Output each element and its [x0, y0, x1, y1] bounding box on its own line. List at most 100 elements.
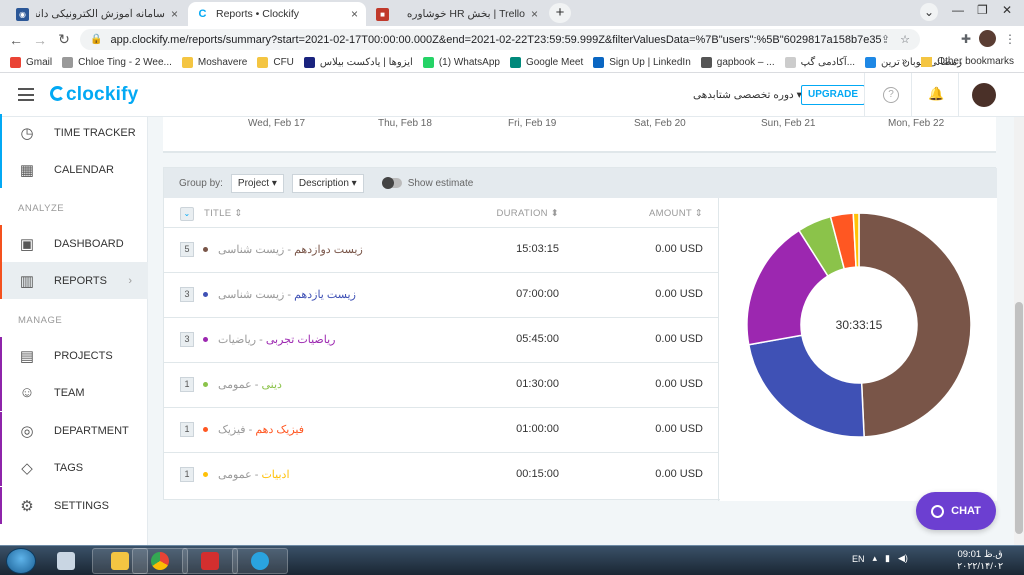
client-name: - عمومی	[218, 379, 259, 391]
tab-title: Trello | بخش HR خوشاوره	[406, 8, 525, 20]
page-scrollbar[interactable]	[1014, 117, 1024, 545]
entry-count-badge[interactable]: 1	[180, 422, 194, 437]
sidebar-item-calendar[interactable]: ▦ CALENDAR	[0, 151, 148, 188]
chat-button[interactable]: CHAT	[916, 492, 996, 530]
entry-count-badge[interactable]: 1	[180, 467, 194, 482]
reload-icon[interactable]: ↻	[52, 31, 76, 48]
duration-column-header[interactable]: DURATION ⬍	[496, 208, 559, 219]
close-tab-icon[interactable]: ×	[171, 7, 178, 21]
bookmark-label: Sign Up | LinkedIn	[609, 57, 691, 68]
table-row[interactable]: 3 زیست یازدهم - زیست شناسی 07:00:00 0.00 US…	[164, 273, 719, 318]
close-tab-icon[interactable]: ×	[531, 7, 538, 21]
url-input[interactable]: 🔒 app.clockify.me/reports/summary?start=…	[80, 29, 920, 50]
tab-search-icon[interactable]: ⌄	[920, 3, 938, 21]
sidebar-color-stripe	[0, 114, 2, 151]
sidebar-item-settings[interactable]: ⚙ SETTINGS	[0, 487, 148, 524]
clock[interactable]: 09:01 ق.ظ ۲۰۲۲/۱۴/۰۲	[957, 549, 1003, 573]
browser-tab-3[interactable]: ■ Trello | بخش HR خوشاوره ×	[368, 2, 546, 26]
taskbar-app-icon[interactable]	[44, 548, 88, 574]
url-text: app.clockify.me/reports/summary?start=20…	[110, 33, 881, 46]
entry-count-badge[interactable]: 3	[180, 287, 194, 302]
table-row[interactable]: 1 فیزیک دهم - فیزیک 01:00:00 0.00 USD	[164, 408, 719, 453]
header-label: AMOUNT	[649, 208, 692, 219]
help-icon[interactable]: ?	[883, 87, 899, 103]
show-estimate-toggle[interactable]	[381, 177, 402, 189]
bookmark-item[interactable]: CFU	[257, 57, 294, 68]
entry-count-badge[interactable]: 5	[180, 242, 194, 257]
amount-column-header[interactable]: AMOUNT ⇕	[649, 208, 703, 219]
bookmark-item[interactable]: (1) WhatsApp	[422, 57, 500, 68]
bookmark-favicon-icon	[865, 57, 877, 68]
volume-icon[interactable]: ◀)	[898, 553, 908, 564]
sidebar-item-department[interactable]: ◎ DEPARTMENT	[0, 412, 148, 449]
taskbar-acrobat[interactable]	[182, 548, 238, 574]
project-color-dot	[203, 427, 208, 432]
clockify-logo[interactable]: clockify	[50, 84, 138, 106]
row-duration: 00:15:00	[516, 468, 559, 480]
table-row[interactable]: 3 ریاضیات تجربی - ریاضیات 05:45:00 0.00 USD	[164, 318, 719, 363]
bookmark-item[interactable]: ایزوها | یادکست بیلاس	[303, 57, 413, 68]
day-label: Sun, Feb 21	[761, 118, 816, 129]
bookmark-item[interactable]: Google Meet	[509, 57, 584, 68]
tray-arrow-icon[interactable]: ▴	[873, 553, 878, 564]
tab-favicon: ■	[376, 7, 389, 21]
other-bookmarks[interactable]: » Other bookmarks	[902, 56, 1014, 67]
bookmark-item[interactable]: Sign Up | LinkedIn	[593, 57, 691, 68]
taskbar-telegram[interactable]	[232, 548, 288, 574]
user-avatar[interactable]	[972, 83, 996, 107]
extensions-icon[interactable]: ✚	[961, 32, 971, 46]
sidebar-item-reports[interactable]: ▥ REPORTS ›	[0, 262, 148, 299]
entry-count-badge[interactable]: 1	[180, 377, 194, 392]
menu-icon[interactable]: ⋮	[1004, 32, 1016, 46]
back-icon[interactable]: ←	[4, 32, 28, 48]
bookmark-item[interactable]: Chloe Ting - 2 Wee...	[62, 57, 172, 68]
workspace-selector[interactable]: دوره تخصصی شتابدهی ▾	[693, 89, 802, 101]
group-by-project-dropdown[interactable]: Project ▾	[230, 173, 284, 193]
more-bookmarks-icon[interactable]: »	[902, 56, 908, 67]
minimize-icon[interactable]: —	[952, 3, 964, 17]
close-tab-icon[interactable]: ×	[351, 7, 358, 21]
start-button[interactable]	[6, 548, 36, 574]
donut-slice-2[interactable]	[747, 334, 865, 438]
group-by-description-dropdown[interactable]: Description ▾	[291, 173, 364, 193]
table-row[interactable]: 1 دینی - عمومی 01:30:00 0.00 USD	[164, 363, 719, 408]
upgrade-button[interactable]: UPGRADE	[801, 85, 866, 105]
project-name: دینی	[261, 379, 282, 391]
sidebar-item-tags[interactable]: ◇ TAGS	[0, 449, 148, 486]
share-icon[interactable]: ⇪	[881, 33, 890, 46]
network-icon[interactable]: ▮	[885, 553, 890, 564]
bookmark-label: Google Meet	[525, 57, 584, 68]
maximize-icon[interactable]: ❐	[977, 3, 988, 17]
divider	[958, 73, 959, 117]
close-window-icon[interactable]: ✕	[1002, 3, 1012, 17]
sidebar-item-team[interactable]: ☺ TEAM	[0, 374, 148, 411]
title-column-header[interactable]: TITLE ⇕	[204, 208, 243, 219]
hamburger-menu-icon[interactable]	[18, 88, 34, 101]
sidebar-item-projects[interactable]: ▤ PROJECTS	[0, 337, 148, 374]
expand-all-checkbox[interactable]: ⌄	[180, 207, 194, 221]
browser-tab-1[interactable]: ◉ سامانه آموزش الکترونیکی دانشگاه فرهنگی…	[8, 2, 186, 26]
bookmark-item[interactable]: Moshavere	[181, 57, 247, 68]
forward-icon[interactable]: →	[28, 32, 52, 48]
sidebar-item-time-tracker[interactable]: ◷ TIME TRACKER	[0, 114, 148, 151]
logo-text: clockify	[66, 84, 139, 105]
bookmark-item[interactable]: آکادمی گپ...	[784, 57, 855, 68]
show-estimate-label: Show estimate	[407, 177, 474, 189]
row-amount: 0.00 USD	[655, 288, 703, 300]
bookmark-item[interactable]: Gmail	[10, 57, 52, 68]
scrollbar-thumb[interactable]	[1015, 302, 1023, 534]
bookmark-item[interactable]: gapbook – ...	[700, 57, 775, 68]
entry-count-badge[interactable]: 3	[180, 332, 194, 347]
language-indicator[interactable]: EN	[852, 554, 865, 564]
sidebar-item-dashboard[interactable]: ▣ DASHBOARD	[0, 225, 148, 262]
sidebar-item-label: TIME TRACKER	[54, 126, 136, 139]
new-tab-button[interactable]: +	[549, 3, 571, 23]
table-row[interactable]: 5 زیست دوازدهم - زیست شناسی 15:03:15 0.00 U…	[164, 228, 719, 273]
project-name: ادبیات	[261, 469, 290, 481]
table-row[interactable]: 1 ادبیات - عمومی 00:15:00 0.00 USD	[164, 453, 719, 498]
browser-tab-2[interactable]: C Reports • Clockify ×	[188, 2, 366, 26]
profile-avatar[interactable]	[979, 30, 996, 47]
taskbar-chrome[interactable]	[132, 548, 188, 574]
bookmark-star-icon[interactable]: ☆	[900, 33, 910, 46]
notification-bell-icon[interactable]: 🔔	[928, 86, 944, 102]
